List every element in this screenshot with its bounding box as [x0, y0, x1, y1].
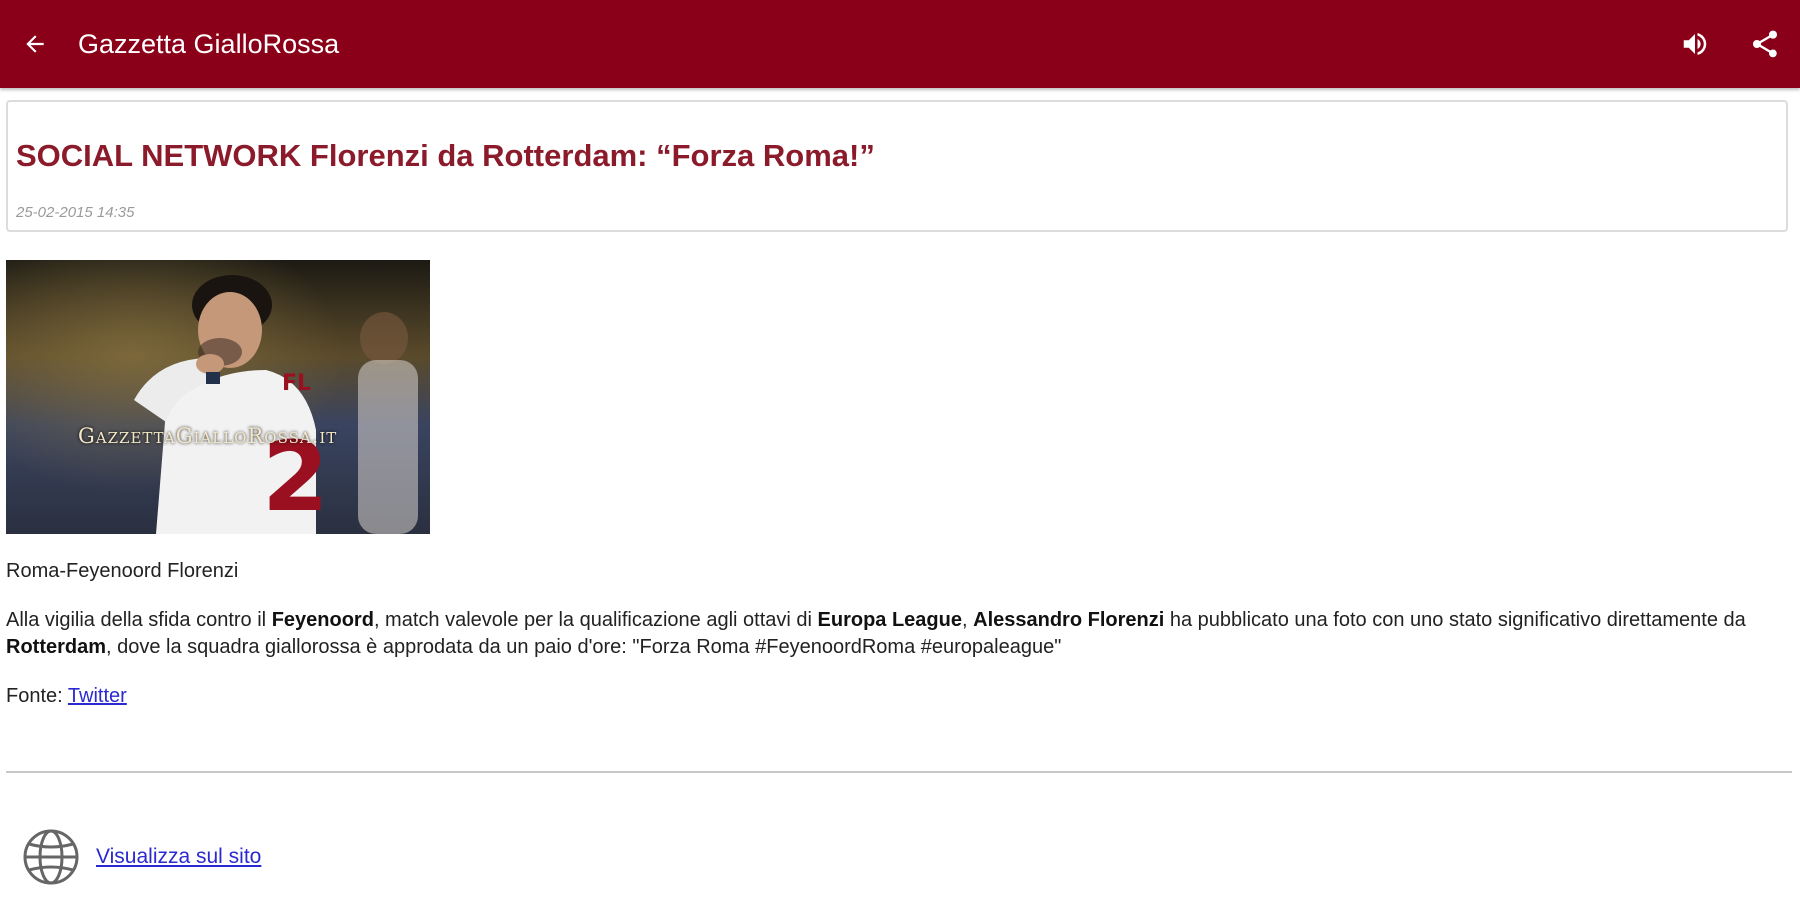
back-button[interactable] — [0, 0, 70, 88]
arrow-left-icon — [26, 35, 44, 53]
article-header-card: SOCIAL NETWORK Florenzi da Rotterdam: “F… — [6, 100, 1788, 232]
body-text-segment: , dove la squadra giallorossa è approdat… — [106, 636, 1062, 658]
image-caption: Roma-Feyenoord Florenzi — [6, 560, 239, 582]
view-on-site-row[interactable]: Visualizza sul sito — [22, 828, 261, 886]
source-link[interactable]: Twitter — [68, 685, 127, 707]
svg-text:FL: FL — [282, 371, 311, 396]
article-headline: SOCIAL NETWORK Florenzi da Rotterdam: “F… — [16, 138, 875, 173]
article-image: 2 FL GazzettaGialloRossa.it — [6, 260, 430, 534]
body-bold-segment: Rotterdam — [6, 636, 107, 658]
view-on-site-link[interactable]: Visualizza sul sito — [96, 845, 261, 868]
article-date: 25-02-2015 14:35 — [16, 204, 135, 221]
app-bar: Gazzetta GialloRossa — [0, 0, 1800, 88]
share-icon — [1753, 30, 1777, 58]
divider — [6, 771, 1792, 773]
article-source: Fonte: Twitter — [6, 685, 127, 708]
player-photo: 2 FL — [6, 260, 430, 534]
image-watermark: GazzettaGialloRossa.it — [78, 424, 338, 448]
body-bold-segment: Europa League — [817, 609, 962, 631]
body-text-segment: Alla vigilia della sfida contro il — [6, 609, 272, 631]
article-body: Alla vigilia della sfida contro il Feyen… — [6, 607, 1766, 661]
body-text-segment: , — [962, 609, 974, 631]
share-button[interactable] — [1730, 0, 1800, 88]
volume-button[interactable] — [1660, 0, 1730, 88]
body-bold-segment: Feyenoord — [271, 609, 374, 631]
body-bold-segment: Alessandro Florenzi — [973, 609, 1165, 631]
body-text-segment: ha pubblicato una foto con uno stato sig… — [1164, 609, 1746, 631]
globe-icon — [23, 829, 79, 885]
source-label: Fonte: — [6, 685, 68, 707]
view-on-site-link-wrapper: Visualizza sul sito — [96, 845, 261, 869]
body-text-segment: , match valevole per la qualificazione a… — [373, 609, 818, 631]
volume-icon — [1683, 33, 1707, 55]
app-title: Gazzetta GialloRossa — [78, 28, 340, 59]
